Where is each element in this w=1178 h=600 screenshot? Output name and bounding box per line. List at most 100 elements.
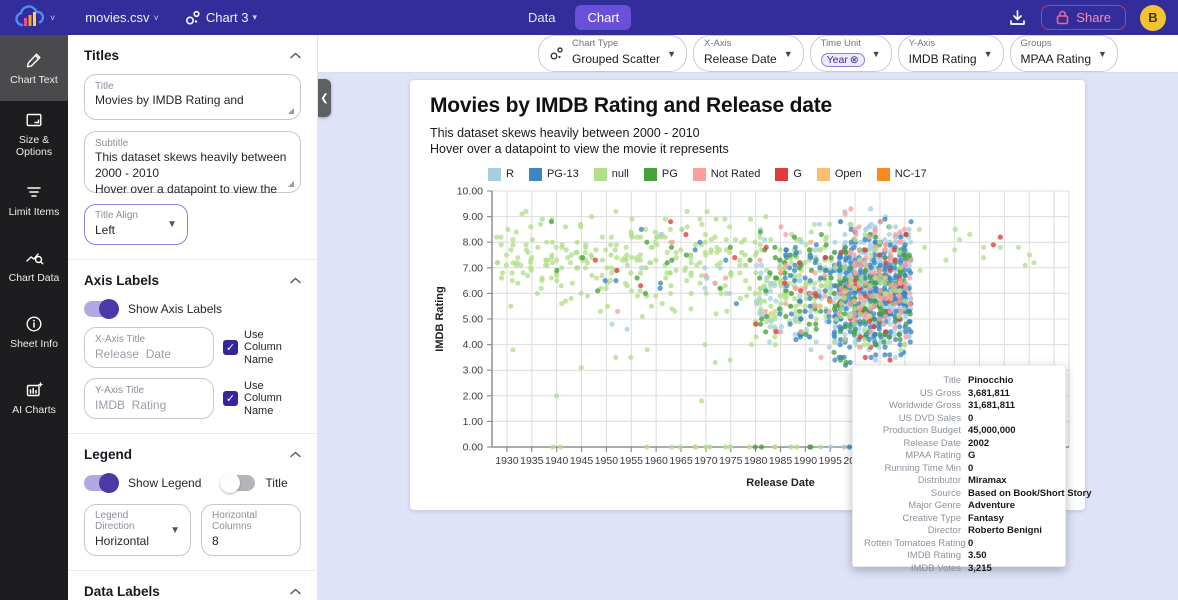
tool-sidebar: Chart Text Size & Options Limit Items Ch… (0, 35, 68, 600)
subtitle-field[interactable]: Subtitle This dataset skews heavily betw… (84, 131, 301, 193)
panel-collapse-button[interactable]: ❮ (318, 79, 331, 117)
dropdown-value: Grouped Scatter (572, 52, 660, 66)
legend-swatch (488, 168, 501, 181)
remove-chip-icon[interactable]: ⊗ (850, 54, 859, 66)
tooltip-field-label: Rotten Tomatoes Rating (864, 538, 961, 549)
sidebar-item-chart-data[interactable]: Chart Data (0, 233, 68, 299)
tooltip-field-label: Worldwide Gross (864, 400, 961, 411)
svg-text:Release Date: Release Date (746, 477, 815, 489)
time-unit-chip[interactable]: Year⊗ (821, 53, 865, 67)
ai-chart-icon (25, 381, 44, 399)
data-labels-section-header[interactable]: Data Labels (84, 584, 301, 599)
svg-text:1985: 1985 (769, 455, 793, 467)
legend-item[interactable]: Open (817, 168, 862, 181)
tooltip-field-value: Pinocchio (968, 375, 1092, 386)
svg-text:1950: 1950 (595, 455, 619, 467)
caret-down-icon: ▼ (667, 49, 676, 59)
caret-down-icon: ▼ (984, 49, 993, 59)
share-button[interactable]: Share (1041, 5, 1126, 30)
dataset-selector[interactable]: movies.csv ˅ (85, 10, 159, 25)
toggle-label: Show Legend (128, 476, 201, 490)
user-avatar[interactable]: B (1140, 5, 1166, 31)
tooltip-field-value: G (968, 450, 1092, 461)
x-axis-dropdown[interactable]: X-Axis Release Date ▼ (693, 35, 804, 71)
chevron-up-icon (290, 52, 301, 59)
x-axis-title-field[interactable]: X-Axis Title (84, 327, 214, 368)
data-labels-section: Data Labels This chart type does not hav… (68, 571, 317, 600)
chart-legend[interactable]: R PG-13 null PG Not Rated G Open NC-17 (488, 168, 1085, 181)
sidebar-item-limit-items[interactable]: Limit Items (0, 167, 68, 233)
tab-data[interactable]: Data (516, 5, 567, 30)
legend-label: NC-17 (895, 168, 927, 180)
tooltip-field-value: 45,000,000 (968, 425, 1092, 436)
sidebar-item-ai-charts[interactable]: AI Charts (0, 365, 68, 431)
legend-item[interactable]: PG (644, 168, 678, 181)
legend-label: Open (835, 168, 862, 180)
legend-section-header[interactable]: Legend (84, 447, 301, 462)
legend-label: R (506, 168, 514, 180)
tooltip-field-value: 0 (968, 538, 1092, 549)
legend-item[interactable]: R (488, 168, 514, 181)
chevron-up-icon (290, 588, 301, 595)
y-axis-title-input[interactable] (95, 398, 203, 412)
y-axis-title-field[interactable]: Y-Axis Title (84, 378, 214, 419)
horizontal-columns-input[interactable] (212, 534, 290, 548)
caret-down-icon: ▼ (1098, 49, 1107, 59)
title-align-select[interactable]: Title Align Left ▼ (84, 204, 188, 245)
svg-text:1.00: 1.00 (463, 415, 484, 427)
title-field[interactable]: Title Movies by IMDB Rating and Release … (84, 74, 301, 120)
chart-selector[interactable]: Chart 3 ▾ (185, 10, 257, 26)
filter-lines-icon (25, 183, 43, 201)
groups-dropdown[interactable]: Groups MPAA Rating ▼ (1010, 35, 1118, 71)
x-axis-title-input[interactable] (95, 347, 203, 361)
legend-swatch (594, 168, 607, 181)
legend-label: null (612, 168, 629, 180)
chart-text-panel: Titles Title Movies by IMDB Rating and R… (68, 35, 318, 600)
dataset-name: movies.csv (85, 10, 149, 25)
y-axis-dropdown[interactable]: Y-Axis IMDB Rating ▼ (898, 35, 1004, 71)
x-use-column-checkbox[interactable]: ✓ (223, 340, 238, 355)
svg-text:1960: 1960 (644, 455, 668, 467)
legend-swatch (877, 168, 890, 181)
section-title: Legend (84, 447, 132, 462)
legend-item[interactable]: null (594, 168, 629, 181)
sidebar-item-sheet-info[interactable]: Sheet Info (0, 299, 68, 365)
sidebar-item-label: AI Charts (12, 404, 56, 416)
checkbox-label: Use Column Name (244, 329, 301, 367)
lock-icon (1056, 10, 1069, 25)
legend-item[interactable]: NC-17 (877, 168, 927, 181)
y-use-column-checkbox[interactable]: ✓ (223, 391, 238, 406)
download-icon[interactable] (1008, 9, 1027, 27)
time-unit-dropdown[interactable]: Time Unit Year⊗ ▼ (810, 35, 892, 71)
chevron-down-icon: ˅ (154, 13, 159, 23)
sidebar-item-chart-text[interactable]: Chart Text (0, 35, 68, 101)
legend-title-toggle[interactable] (221, 475, 255, 491)
titles-section-header[interactable]: Titles (84, 48, 301, 63)
legend-swatch (644, 168, 657, 181)
subtitle-input[interactable]: This dataset skews heavily between 2000 … (95, 149, 290, 198)
chart-name: Chart 3 (206, 10, 249, 25)
svg-text:0.00: 0.00 (463, 441, 484, 453)
tooltip-field-label: IMDB Rating (864, 550, 961, 561)
legend-item[interactable]: PG-13 (529, 168, 579, 181)
field-label: Title (95, 81, 290, 92)
tab-chart[interactable]: Chart (575, 5, 631, 30)
checkbox-label: Use Column Name (244, 380, 301, 418)
tooltip-field-label: Creative Type (864, 513, 961, 524)
toggle-label: Title (265, 476, 287, 490)
dropdown-label: Chart Type (572, 39, 660, 49)
show-legend-toggle[interactable] (84, 475, 118, 491)
field-label: Legend Direction (95, 510, 170, 532)
sidebar-item-size-options[interactable]: Size & Options (0, 101, 68, 167)
legend-item[interactable]: G (775, 168, 802, 181)
legend-direction-select[interactable]: Legend Direction Horizontal ▼ (84, 504, 191, 556)
chevron-down-icon: ▾ (252, 12, 257, 23)
show-axis-labels-toggle[interactable] (84, 301, 118, 317)
pencil-icon (25, 51, 43, 69)
title-input[interactable]: Movies by IMDB Rating and Release date (95, 92, 290, 108)
app-logo[interactable]: ˅ (14, 5, 55, 31)
axis-labels-section-header[interactable]: Axis Labels (84, 273, 301, 288)
legend-item[interactable]: Not Rated (693, 168, 761, 181)
horizontal-columns-field[interactable]: Horizontal Columns (201, 504, 301, 556)
chart-type-dropdown[interactable]: Chart Type Grouped Scatter ▼ (538, 35, 687, 71)
